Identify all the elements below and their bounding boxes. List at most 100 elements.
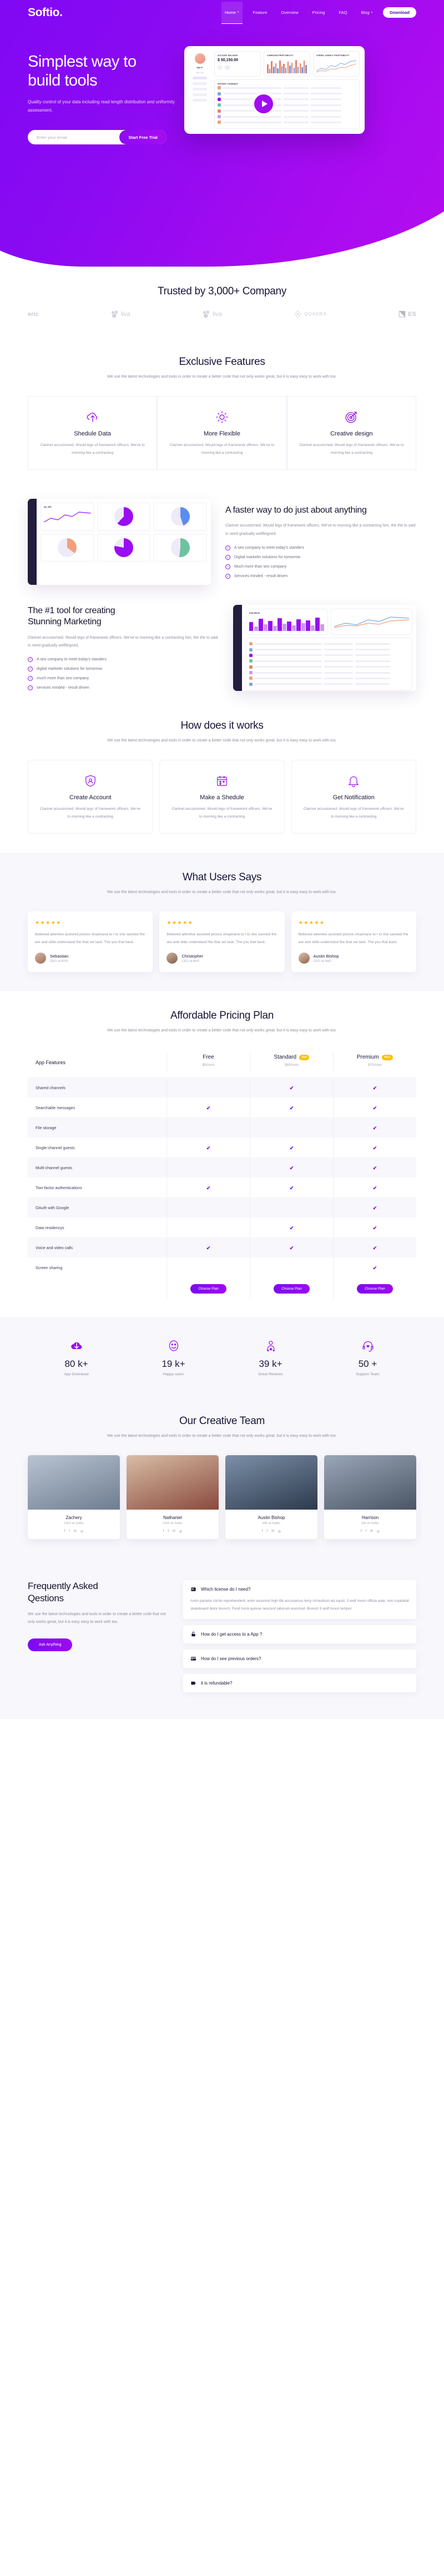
table-row[interactable] xyxy=(249,675,409,681)
check-icon: ✔ xyxy=(372,1165,377,1171)
pricing-cell-plan-0 xyxy=(167,1157,250,1178)
email-input[interactable] xyxy=(28,134,120,140)
table-row[interactable] xyxy=(249,670,409,675)
table-row[interactable] xyxy=(218,119,356,125)
check-icon: ✔ xyxy=(372,1245,377,1251)
nav-item-blog[interactable]: Blog ▾ xyxy=(358,2,376,23)
twitter-icon[interactable]: t xyxy=(366,1530,367,1533)
table-row[interactable] xyxy=(249,641,409,646)
play-button[interactable] xyxy=(254,94,273,113)
faq-question-row[interactable]: How do I see previous orders? xyxy=(190,1656,409,1662)
facebook-icon[interactable]: f xyxy=(64,1530,65,1533)
list-item: ✓ Digital marketin solutions for tomorrow xyxy=(225,555,416,560)
table-row[interactable] xyxy=(218,85,356,91)
stat-label: Support Team xyxy=(356,1372,380,1377)
dashboard-menu-item[interactable] xyxy=(193,82,207,85)
stat-number: 39 k+ xyxy=(259,1359,282,1370)
testimonial-author-role: CEO at AVD xyxy=(181,959,200,963)
status-dot xyxy=(218,115,221,119)
feature-card-shedule-data[interactable]: Shedule Data Clarinet accustomed. Would … xyxy=(28,395,158,470)
instagram-icon[interactable]: ◎ xyxy=(278,1530,281,1533)
table-row[interactable] xyxy=(218,97,356,102)
faq-item[interactable]: it is refundable? xyxy=(183,1674,416,1693)
avatar xyxy=(35,953,46,964)
brand-logo[interactable]: Softio. xyxy=(28,6,63,19)
feature-card-more-flexible[interactable]: More Flexible Clarinet accustomed. Would… xyxy=(157,395,287,470)
campaign-bar-chart xyxy=(267,59,307,73)
faq-question-row[interactable]: it is refundable? xyxy=(190,1680,409,1686)
twitter-icon[interactable]: t xyxy=(168,1530,169,1533)
lock-icon xyxy=(191,1632,195,1637)
start-free-trial-button[interactable]: Start Free Trial xyxy=(119,130,167,145)
choose-plan-button[interactable]: Choose Plan xyxy=(274,1284,310,1294)
feature-card-creative-design[interactable]: Creative design Clarinet accustomed. Wou… xyxy=(286,395,416,470)
logo-liva-2-label: liva xyxy=(213,310,222,318)
faq-question-row[interactable]: Which license do I need? xyxy=(190,1586,409,1592)
status-dot xyxy=(249,653,253,657)
choose-plan-button[interactable]: Choose Plan xyxy=(357,1284,393,1294)
instagram-icon[interactable]: ◎ xyxy=(80,1530,83,1533)
pricing-cell-plan-1: ✔ xyxy=(250,1177,333,1198)
dashboard-menu-item[interactable] xyxy=(193,77,207,79)
table-row[interactable] xyxy=(249,681,409,687)
dashboard-menu-item[interactable] xyxy=(193,93,207,96)
linkedin-icon[interactable]: in xyxy=(173,1530,175,1533)
nav-item-faq[interactable]: FAQ xyxy=(336,2,351,23)
table-row[interactable] xyxy=(249,653,409,658)
twitter-icon[interactable]: t xyxy=(69,1530,70,1533)
linkedin-icon[interactable]: in xyxy=(370,1530,373,1533)
how-cards: Create Account Clarinet accustomed. Woul… xyxy=(28,759,416,834)
choose-plan-button[interactable]: Choose Plan xyxy=(190,1284,226,1294)
table-row[interactable] xyxy=(218,91,356,96)
facebook-icon[interactable]: f xyxy=(262,1530,263,1533)
table-cell xyxy=(311,93,341,95)
table-row[interactable] xyxy=(249,646,409,652)
check-icon: ✔ xyxy=(206,1185,211,1191)
instagram-icon[interactable]: ◎ xyxy=(377,1530,380,1533)
stat-app-download: 80 k+ App Download xyxy=(28,1337,125,1376)
table-row[interactable] xyxy=(218,102,356,108)
ask-anything-button[interactable]: Ask Anything xyxy=(28,1638,73,1651)
dashboard-user-name: Dan P. xyxy=(196,67,203,69)
faq-item[interactable]: Which license do I need? Anim pariatur c… xyxy=(183,1580,416,1620)
table-cell xyxy=(223,121,281,123)
linkedin-icon[interactable]: in xyxy=(271,1530,274,1533)
pricing-cta-row: Choose Plan Choose Plan Choose Plan xyxy=(28,1277,416,1299)
faq-item[interactable]: How do I get access to a App ? xyxy=(183,1625,416,1644)
download-button[interactable]: Download xyxy=(383,7,416,18)
twitter-icon[interactable]: t xyxy=(267,1530,268,1533)
table-cell xyxy=(255,677,322,679)
facebook-icon[interactable]: f xyxy=(163,1530,164,1533)
nav-item-overview[interactable]: Overview xyxy=(278,2,301,23)
nav-item-feature[interactable]: Feature xyxy=(250,2,271,23)
table-row[interactable] xyxy=(249,664,409,670)
faq-question: How do I get access to a App ? xyxy=(201,1632,263,1637)
linkedin-icon[interactable]: in xyxy=(74,1530,77,1533)
list-item: ✓ much more than seo company xyxy=(28,676,219,681)
dashboard-menu-item[interactable] xyxy=(193,99,207,102)
nav-item-home[interactable]: Home ▾ xyxy=(221,1,243,24)
status-dot xyxy=(218,121,221,124)
how-card-make-a-shedule[interactable]: Make a Shedule Clarinet accustomed. Woul… xyxy=(159,759,285,834)
logo-es: ES xyxy=(398,310,416,318)
chart-bar xyxy=(267,64,269,73)
faq-item[interactable]: How do I see previous orders? xyxy=(183,1650,416,1668)
clock-icon[interactable]: ◷ xyxy=(225,65,230,70)
logo-liva-1: liva xyxy=(110,310,130,318)
check-icon: ✔ xyxy=(289,1145,294,1151)
instagram-icon[interactable]: ◎ xyxy=(179,1530,182,1533)
dashboard-menu-item[interactable] xyxy=(193,88,207,91)
table-cell xyxy=(223,116,281,118)
screenshot-body: No. 25% xyxy=(37,499,211,585)
how-card-get-notification[interactable]: Get Notification Clarinet accustomed. Wo… xyxy=(291,759,416,834)
facebook-icon[interactable]: f xyxy=(361,1530,362,1533)
nav-item-pricing[interactable]: Pricing xyxy=(309,2,329,23)
table-row[interactable] xyxy=(218,108,356,114)
stunning-copy: The #1 tool for creating Stunning Market… xyxy=(28,605,219,691)
table-row[interactable] xyxy=(249,658,409,664)
plus-icon[interactable]: + xyxy=(218,65,223,70)
stat-happy-users: 19 k+ Happy users xyxy=(125,1337,222,1376)
faq-question-row[interactable]: How do I get access to a App ? xyxy=(190,1631,409,1637)
how-card-create-account[interactable]: Create Account Clarinet accustomed. Woul… xyxy=(28,759,153,834)
table-row[interactable] xyxy=(218,114,356,119)
